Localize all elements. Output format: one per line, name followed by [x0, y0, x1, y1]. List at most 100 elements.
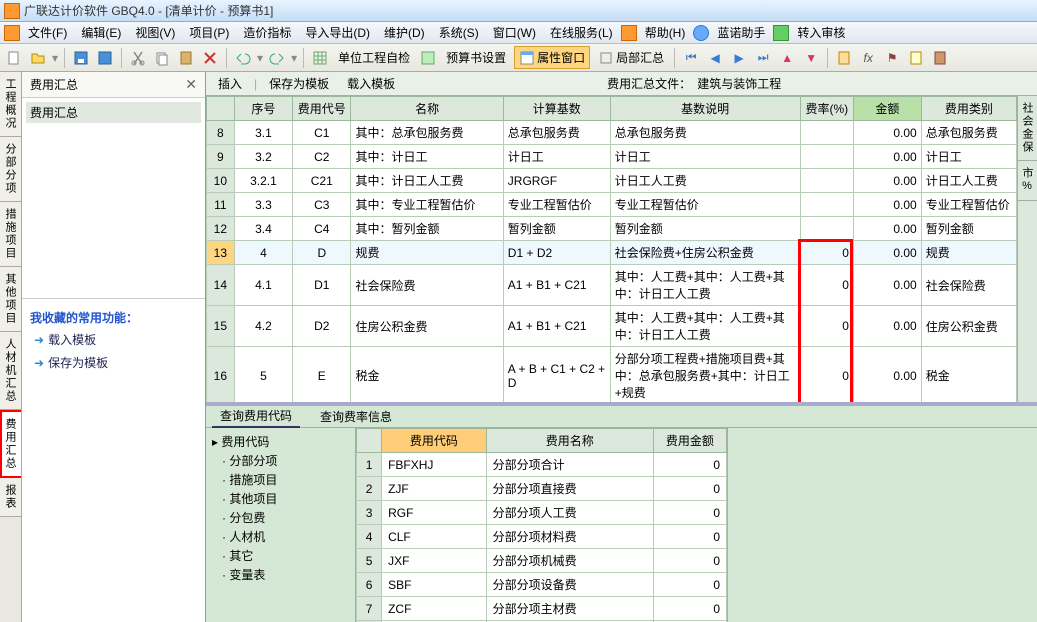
table-cell[interactable]: 0.00	[853, 193, 921, 217]
fee-col-header[interactable]	[357, 429, 382, 453]
note-button[interactable]	[906, 48, 926, 68]
tree-node[interactable]: · 措施项目	[210, 470, 351, 489]
vtab-3[interactable]: 其他项目	[0, 267, 21, 332]
load-template-button[interactable]: 载入模板	[341, 73, 401, 94]
table-cell[interactable]: 专业工程暂估价	[921, 193, 1016, 217]
table-cell[interactable]: 0.00	[853, 121, 921, 145]
fee-cell[interactable]: 0	[653, 525, 726, 549]
last-button[interactable]: ⏭	[753, 48, 773, 68]
close-icon[interactable]: ✕	[185, 76, 197, 93]
table-cell[interactable]: C4	[293, 217, 351, 241]
table-cell[interactable]: 0	[800, 306, 853, 347]
table-cell[interactable]: 专业工程暂估价	[503, 193, 610, 217]
app-menu-icon[interactable]	[4, 25, 20, 41]
insert-button[interactable]: 插入	[212, 73, 248, 94]
menu-online[interactable]: 在线服务(L)	[544, 22, 619, 43]
table-cell[interactable]: 9	[207, 145, 235, 169]
up-button[interactable]: ▲	[777, 48, 797, 68]
table-cell[interactable]: 社会保险费	[351, 265, 503, 306]
table-cell[interactable]: 社会保险费	[921, 265, 1016, 306]
down-button[interactable]: ▼	[801, 48, 821, 68]
vtab-4[interactable]: 人材机汇总	[0, 332, 21, 410]
menu-system[interactable]: 系统(S)	[433, 22, 485, 43]
table-cell[interactable]: D2	[293, 306, 351, 347]
table-cell[interactable]: C21	[293, 169, 351, 193]
menu-costindex[interactable]: 造价指标	[237, 22, 297, 43]
table-cell[interactable]: 暂列金额	[921, 217, 1016, 241]
budget-icon[interactable]	[418, 48, 438, 68]
table-cell[interactable]: 其中：暂列金额	[351, 217, 503, 241]
col-header[interactable]: 序号	[234, 97, 293, 121]
menu-audit[interactable]: 转入审核	[791, 22, 851, 43]
tree-node[interactable]: · 其他项目	[210, 489, 351, 508]
table-cell[interactable]: 其中：计日工	[351, 145, 503, 169]
fee-cell[interactable]: 分部分项直接费	[486, 477, 653, 501]
table-cell[interactable]: 0	[800, 265, 853, 306]
table-cell[interactable]: 专业工程暂估价	[610, 193, 800, 217]
fee-cell[interactable]: 0	[653, 597, 726, 621]
table-cell[interactable]: 16	[207, 347, 235, 403]
fee-cell[interactable]: SBF	[382, 573, 487, 597]
right-tab-1[interactable]: 市%	[1018, 161, 1037, 201]
table-cell[interactable]: D1 + D2	[503, 241, 610, 265]
tab-fee-code[interactable]: 查询费用代码	[212, 405, 300, 428]
col-header[interactable]: 基数说明	[610, 97, 800, 121]
fee-cell[interactable]: 4	[357, 525, 382, 549]
fee-cell[interactable]: JXF	[382, 549, 487, 573]
table-cell[interactable]: 0.00	[853, 241, 921, 265]
table-cell[interactable]: JRGRGF	[503, 169, 610, 193]
table-cell[interactable]: 计日工人工费	[610, 169, 800, 193]
table-cell[interactable]: 12	[207, 217, 235, 241]
table-cell[interactable]: 总承包服务费	[921, 121, 1016, 145]
menu-importexport[interactable]: 导入导出(D)	[299, 22, 376, 43]
first-button[interactable]: ⏮	[681, 48, 701, 68]
copy-button[interactable]	[152, 48, 172, 68]
table-cell[interactable]: 4.2	[234, 306, 293, 347]
flag-button[interactable]: ⚑	[882, 48, 902, 68]
col-header[interactable]	[207, 97, 235, 121]
table-cell[interactable]: 0.00	[853, 306, 921, 347]
fee-col-header[interactable]: 费用代码	[382, 429, 487, 453]
fee-col-header[interactable]: 费用名称	[486, 429, 653, 453]
col-header[interactable]: 费率(%)	[800, 97, 853, 121]
table-cell[interactable]: 税金	[351, 347, 503, 403]
table-cell[interactable]: 其中：人工费+其中：人工费+其中：计日工人工费	[610, 306, 800, 347]
paste-button[interactable]	[176, 48, 196, 68]
table-cell[interactable]: 15	[207, 306, 235, 347]
vtab-2[interactable]: 措施项目	[0, 202, 21, 267]
tree-fee-summary[interactable]: 费用汇总	[26, 102, 201, 123]
fee-cell[interactable]: RGF	[382, 501, 487, 525]
table-cell[interactable]: 住房公积金费	[921, 306, 1016, 347]
table-cell[interactable]	[800, 169, 853, 193]
menu-edit[interactable]: 编辑(E)	[75, 22, 127, 43]
table-cell[interactable]: 其中：人工费+其中：人工费+其中：计日工人工费	[610, 265, 800, 306]
table-cell[interactable]: 计日工	[921, 145, 1016, 169]
table-cell[interactable]	[800, 193, 853, 217]
vtab-6[interactable]: 报表	[0, 478, 21, 517]
table-cell[interactable]: 13	[207, 241, 235, 265]
table-cell[interactable]: 暂列金额	[503, 217, 610, 241]
menu-help[interactable]: 帮助(H)	[639, 22, 692, 43]
col-header[interactable]: 金额	[853, 97, 921, 121]
table-cell[interactable]: 10	[207, 169, 235, 193]
table-cell[interactable]: 规费	[921, 241, 1016, 265]
table-cell[interactable]	[800, 121, 853, 145]
table-cell[interactable]: 总承包服务费	[503, 121, 610, 145]
vtab-0[interactable]: 工程概况	[0, 72, 21, 137]
fee-cell[interactable]: 0	[653, 453, 726, 477]
table-cell[interactable]: 其中：总承包服务费	[351, 121, 503, 145]
undo-button[interactable]	[233, 48, 253, 68]
fee-cell[interactable]: 分部分项合计	[486, 453, 653, 477]
table-cell[interactable]: 0	[800, 347, 853, 403]
table-cell[interactable]: 3.4	[234, 217, 293, 241]
table-cell[interactable]: 4	[234, 241, 293, 265]
table-cell[interactable]: 住房公积金费	[351, 306, 503, 347]
save-template-button[interactable]: 保存为模板	[263, 73, 335, 94]
grid-icon[interactable]	[310, 48, 330, 68]
local-sum-button[interactable]: 局部汇总	[594, 47, 668, 68]
table-cell[interactable]: 4.1	[234, 265, 293, 306]
table-cell[interactable]: D1	[293, 265, 351, 306]
menu-view[interactable]: 视图(V)	[129, 22, 181, 43]
fee-cell[interactable]: 分部分项主材费	[486, 597, 653, 621]
col-header[interactable]: 费用类别	[921, 97, 1016, 121]
